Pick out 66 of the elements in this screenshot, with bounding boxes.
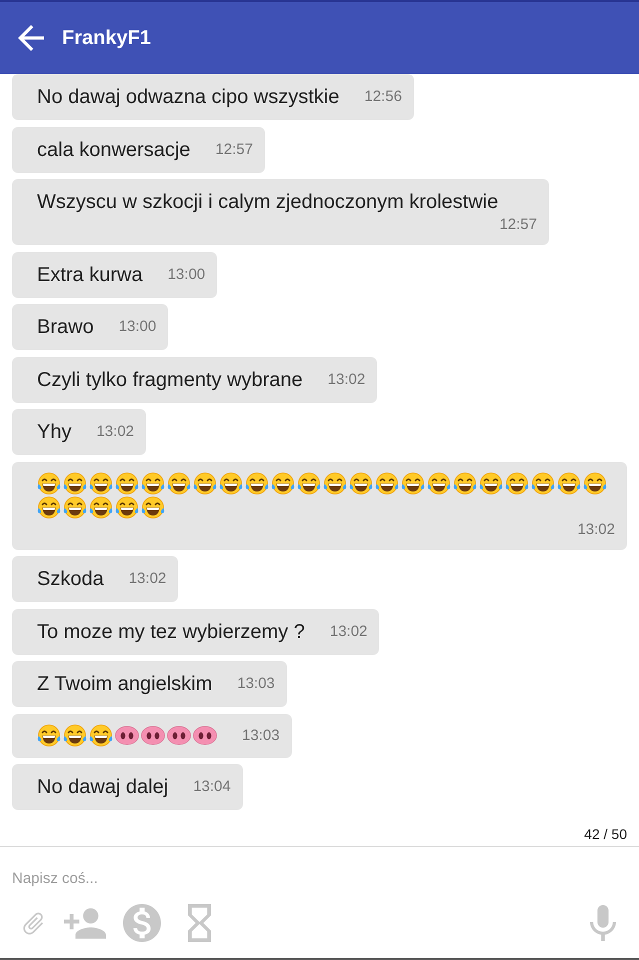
message-text: Szkoda [37, 567, 104, 592]
pig-nose-icon [115, 726, 139, 745]
message-text: To moze my tez wybierzemy ? [37, 620, 305, 644]
laughing-face-icon [141, 472, 165, 496]
message-time: 12:57 [215, 140, 253, 160]
laughing-face-icon [245, 472, 269, 496]
laughing-face-icon [115, 496, 139, 520]
character-counter: 42 / 50 [584, 825, 627, 843]
message-time: 13:02 [330, 622, 368, 642]
laughing-face-icon [63, 472, 87, 496]
message-text: cala konwersacje [37, 138, 190, 162]
laughing-face-icon [141, 496, 165, 520]
laughing-face-icon [89, 724, 113, 748]
laughing-face-icon [193, 472, 217, 496]
pig-nose-icon [141, 726, 165, 745]
message-time: 13:02 [328, 370, 366, 390]
message-time: 12:57 [499, 215, 537, 235]
laughing-face-icon [401, 472, 425, 496]
laughing-face-icon [375, 472, 399, 496]
add-person-icon[interactable] [64, 908, 106, 938]
dollar-coin-icon[interactable] [123, 904, 161, 942]
message-time: 13:02 [577, 520, 615, 540]
contact-name: FrankyF1 [62, 26, 151, 51]
message-time: 13:04 [193, 777, 231, 797]
message-time: 13:00 [168, 264, 206, 284]
message-time: 13:03 [242, 726, 280, 746]
laughing-face-icon [219, 472, 243, 496]
message-time: 13:03 [237, 674, 275, 694]
laughing-face-icon [297, 472, 321, 496]
message-time: 13:00 [118, 317, 156, 337]
laughing-face-icon [89, 472, 113, 496]
message-time: 12:56 [364, 87, 402, 107]
laughing-face-icon [583, 472, 607, 496]
laughing-face-icon [557, 472, 581, 496]
message-text: Czyli tylko fragmenty wybrane [37, 368, 303, 392]
message-text: Extra kurwa [37, 262, 143, 288]
laughing-face-icon [505, 472, 529, 496]
message-text: No dawaj dalej [37, 775, 168, 800]
pig-nose-icon [167, 726, 191, 745]
laughing-face-icon [63, 496, 87, 520]
message-time: 13:02 [128, 569, 166, 589]
message-text: Wszyscu w szkocji i calym zjednoczonym krolestwie [37, 190, 498, 215]
message-input[interactable]: Napisz coś... [0, 858, 639, 898]
message-text: Z Twoim angielskim [37, 672, 212, 697]
laughing-face-icon [453, 472, 477, 496]
laughing-face-icon [271, 472, 295, 496]
pig-nose-icon [193, 726, 217, 745]
laughing-face-icon [323, 472, 347, 496]
laughing-face-icon [37, 724, 61, 748]
laughing-face-icon [115, 472, 139, 496]
laughing-face-icon [63, 724, 87, 748]
microphone-icon[interactable] [590, 905, 616, 941]
laughing-face-icon [349, 472, 373, 496]
laughing-face-icon [427, 472, 451, 496]
laughing-face-icon [167, 472, 191, 496]
laughing-face-icon [531, 472, 555, 496]
message-text: Brawo [37, 315, 94, 340]
message-text: No dawaj odwazna cipo wszystkie [37, 85, 340, 110]
message-text: Yhy [37, 420, 72, 445]
laughing-face-icon [89, 496, 113, 520]
laughing-face-icon [479, 472, 503, 496]
hourglass-icon[interactable] [188, 904, 211, 942]
back-arrow-icon[interactable] [18, 25, 44, 51]
message-time: 13:02 [96, 422, 134, 442]
laughing-face-icon [37, 472, 61, 496]
laughing-face-icon [37, 496, 61, 520]
